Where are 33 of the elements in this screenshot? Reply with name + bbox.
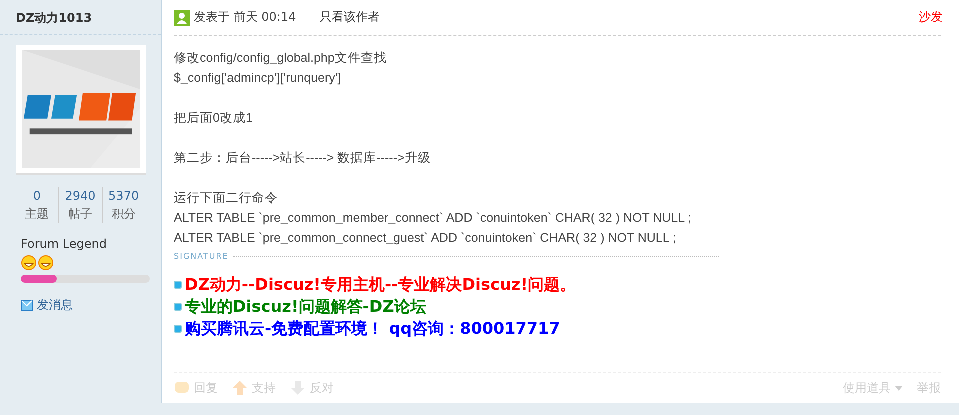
post-text-line: 运行下面二行命令 <box>174 190 279 207</box>
signature-line: DZ动力--Discuz!专用主机--专业解决Discuz!问题。 <box>185 275 576 295</box>
speech-bubble-icon <box>174 381 190 395</box>
smiley-icon <box>21 255 37 271</box>
stat-label: 帖子 <box>67 206 94 223</box>
username[interactable]: DZ动力1013 <box>0 0 161 35</box>
post-text-line: 把后面0改成1 <box>174 110 254 127</box>
signature-line: 购买腾讯云-免费配置环境！ qq咨询：800017717 <box>185 319 560 339</box>
post-text-line: ALTER TABLE `pre_common_member_connect` ADD `conuintoken` CHAR( 32 ) NOT NULL ; <box>174 210 693 227</box>
stat-label: 主题 <box>24 206 50 223</box>
post-text-line: 修改config/config_global.php文件查找 <box>174 50 388 67</box>
bullet-icon <box>174 325 182 333</box>
caret-icon <box>895 386 903 390</box>
signature-line: 专业的Discuz!问题解答-DZ论坛 <box>185 297 426 317</box>
rank-title: Forum Legend <box>21 237 108 251</box>
envelope-icon <box>21 300 33 311</box>
post-text-line: ALTER TABLE `pre_common_connect_guest` ADD `conuintoken` CHAR( 32 ) NOT NULL ; <box>174 230 678 247</box>
post-time: 发表于 前天 00:14 <box>194 9 296 26</box>
up-arrow-icon <box>232 380 248 396</box>
stat-value[interactable]: 5370 <box>102 187 145 205</box>
signature-label: SIGNATURE <box>174 252 229 261</box>
stat-value[interactable]: 0 <box>16 187 58 205</box>
send-message-link[interactable]: 发消息 <box>21 297 161 314</box>
user-icon <box>174 10 190 26</box>
stat-label: 积分 <box>110 206 137 223</box>
smiley-icon <box>38 255 54 271</box>
author-only-link[interactable]: 只看该作者 <box>320 9 380 26</box>
post-text-line: 第二步：后台----->站长-----> 数据库----->升级 <box>174 150 432 167</box>
bullet-icon <box>174 281 182 289</box>
bullet-icon <box>174 303 182 311</box>
floor-label[interactable]: 沙发 <box>919 9 943 26</box>
post-text-line: $_config['admincp']['runquery'] <box>174 70 342 87</box>
stat-value[interactable]: 2940 <box>59 187 102 205</box>
